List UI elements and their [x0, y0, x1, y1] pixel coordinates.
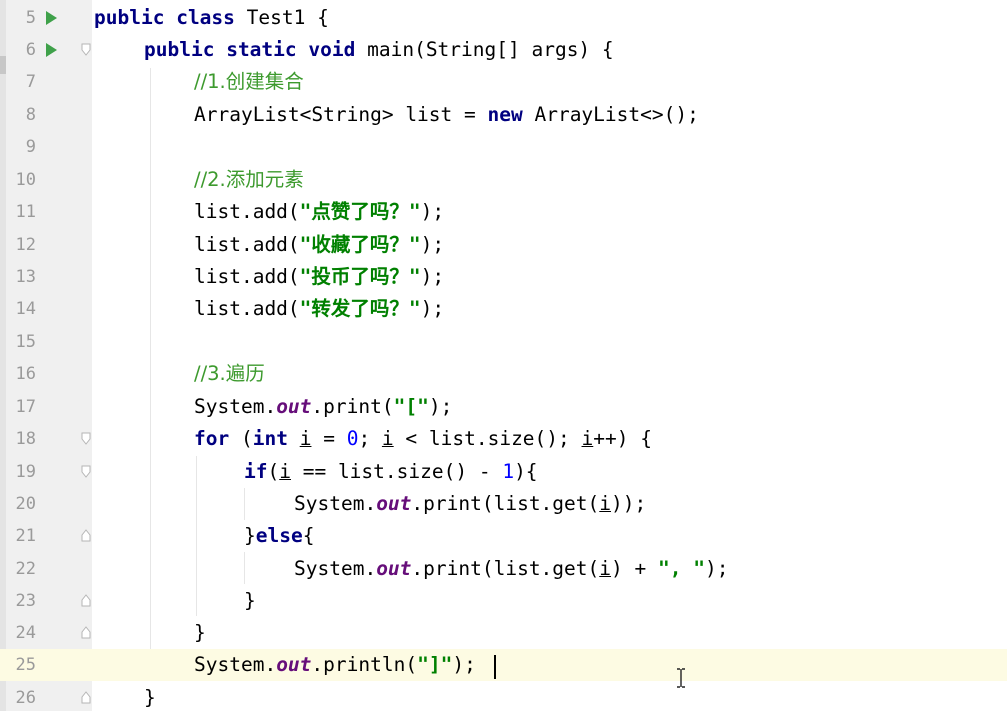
line-number: 20	[15, 494, 36, 514]
line-number: 14	[15, 299, 36, 319]
code-line[interactable]: 18 for (int i = 0; i < list.size(); i++)…	[0, 423, 1007, 455]
line-number: 24	[15, 623, 36, 643]
comment-text: //3.遍历	[194, 362, 265, 385]
fold-open-icon[interactable]	[81, 465, 91, 478]
line-number: 19	[15, 462, 36, 482]
code-line-current[interactable]: 25 System.out.println("]");	[0, 649, 1007, 681]
code-line[interactable]: 13 list.add("投币了吗？");	[0, 261, 1007, 293]
code-text: list.add("收藏了吗？");	[194, 233, 445, 256]
code-text: public class Test1 {	[94, 6, 329, 29]
fold-close-icon[interactable]	[81, 594, 91, 607]
code-line[interactable]: 9	[0, 131, 1007, 163]
fold-close-icon[interactable]	[81, 691, 91, 704]
text-cursor-icon	[676, 668, 686, 688]
code-text: }	[144, 686, 156, 709]
code-line[interactable]: 11 list.add("点赞了吗？");	[0, 196, 1007, 228]
code-text: System.out.print(list.get(i));	[294, 492, 647, 515]
run-icon[interactable]	[46, 43, 57, 57]
run-icon[interactable]	[46, 11, 57, 25]
code-line[interactable]: 19 if(i == list.size() - 1){	[0, 456, 1007, 488]
code-text: System.out.print("[");	[194, 395, 453, 418]
line-number: 13	[15, 267, 36, 287]
comment-text: //1.创建集合	[194, 70, 304, 93]
code-line[interactable]: 17 System.out.print("[");	[0, 391, 1007, 423]
line-number: 7	[25, 72, 36, 92]
code-line[interactable]: 5 public class Test1 {	[0, 2, 1007, 34]
line-number: 11	[15, 202, 36, 222]
code-text: ArrayList<String> list = new ArrayList<>…	[194, 103, 699, 126]
fold-open-icon[interactable]	[81, 432, 91, 445]
code-text: for (int i = 0; i < list.size(); i++) {	[194, 427, 652, 450]
code-text: if(i == list.size() - 1){	[244, 460, 538, 483]
line-number: 12	[15, 235, 36, 255]
line-number: 26	[15, 688, 36, 708]
code-text: }else{	[244, 524, 315, 547]
fold-open-icon[interactable]	[81, 43, 91, 56]
line-number: 15	[15, 332, 36, 352]
code-line[interactable]: 22 System.out.print(list.get(i) + ", ");	[0, 553, 1007, 585]
line-number: 23	[15, 591, 36, 611]
line-number: 21	[15, 526, 36, 546]
comment-text: //2.添加元素	[194, 168, 304, 191]
code-text: System.out.println("]");	[194, 653, 476, 676]
code-line[interactable]: 16 //3.遍历	[0, 358, 1007, 390]
code-line[interactable]: 20 System.out.print(list.get(i));	[0, 488, 1007, 520]
line-number: 8	[25, 105, 36, 125]
line-number: 18	[15, 429, 36, 449]
code-text: System.out.print(list.get(i) + ", ");	[294, 557, 729, 580]
fold-close-icon[interactable]	[81, 626, 91, 639]
code-line[interactable]: 8 ArrayList<String> list = new ArrayList…	[0, 99, 1007, 131]
line-number: 16	[15, 364, 36, 384]
line-number: 10	[15, 170, 36, 190]
line-number: 25	[15, 655, 36, 675]
code-text: list.add("点赞了吗？");	[194, 200, 445, 223]
code-line[interactable]: 23 }	[0, 585, 1007, 617]
code-line[interactable]: 21 }else{	[0, 520, 1007, 552]
code-line[interactable]: 12 list.add("收藏了吗？");	[0, 229, 1007, 261]
line-number: 6	[25, 40, 36, 60]
text-caret	[494, 655, 496, 679]
code-line[interactable]: 26 }	[0, 682, 1007, 711]
code-line[interactable]: 14 list.add("转发了吗？");	[0, 293, 1007, 325]
line-number: 5	[25, 8, 36, 28]
code-line[interactable]: 24 }	[0, 617, 1007, 649]
line-number: 22	[15, 559, 36, 579]
code-text: public static void main(String[] args) {	[144, 38, 614, 61]
line-number: 17	[15, 397, 36, 417]
line-number: 9	[25, 137, 36, 157]
fold-close-icon[interactable]	[81, 529, 91, 542]
code-line[interactable]: 15	[0, 326, 1007, 358]
code-text: list.add("投币了吗？");	[194, 265, 445, 288]
code-line[interactable]: 6 public static void main(String[] args)…	[0, 34, 1007, 66]
code-line[interactable]: 10 //2.添加元素	[0, 164, 1007, 196]
code-text: }	[194, 621, 206, 644]
code-editor[interactable]: 5 public class Test1 { 6 public static v…	[0, 0, 1007, 711]
code-text: }	[244, 589, 256, 612]
code-text: list.add("转发了吗？");	[194, 297, 445, 320]
code-line[interactable]: 7 //1.创建集合	[0, 66, 1007, 98]
